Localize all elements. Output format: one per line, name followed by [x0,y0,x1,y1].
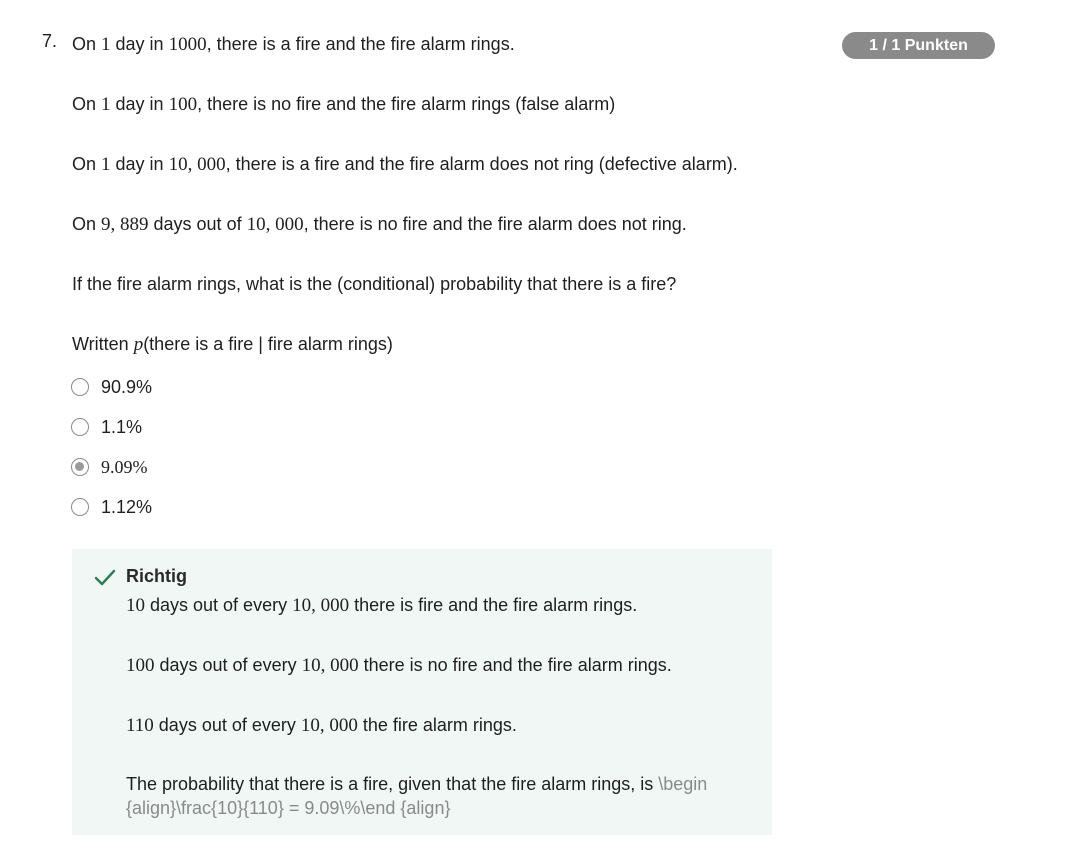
question-paragraph-3: On 1 day in 10, 000, there is a fire and… [72,154,738,175]
answer-option-label: 1.1% [101,416,143,437]
radio-button-selected[interactable] [71,458,89,476]
math-value: 1 [101,154,111,175]
question-number: 7. [42,31,58,51]
score-badge: 1 / 1 Punkten [842,32,995,59]
answer-option-label: 9.09% [101,456,148,477]
math-symbol: p [133,334,144,355]
math-value: 100 [168,94,198,115]
answer-option-label: 1.12% [101,496,153,517]
feedback-status: Richtig [126,566,187,586]
answer-option-label: 90.9% [101,376,153,397]
checkmark-icon [94,569,116,586]
math-value: 110 [126,715,154,736]
question-prompt: If the fire alarm rings, what is the (co… [72,274,677,294]
question-paragraph-1: On 1 day in 1000, there is a fire and th… [72,34,515,55]
math-value: 1000 [168,34,207,55]
answer-option-1[interactable]: 90.9% [71,376,152,398]
math-value: 10, 000 [246,214,304,235]
math-value: 10, 000 [292,595,350,616]
radio-button[interactable] [71,418,89,436]
math-value: 10, 000 [168,154,226,175]
feedback-line-1: 10 days out of every 10, 000 there is fi… [126,595,638,616]
answer-option-4[interactable]: 1.12% [71,496,152,518]
math-value: 10, 000 [301,655,359,676]
math-value: 10, 000 [300,715,358,736]
question-notation: Written p(there is a fire | fire alarm r… [72,334,393,355]
answer-option-3[interactable]: 9.09% [71,456,148,478]
feedback-line-3: 110 days out of every 10, 000 the fire a… [126,715,517,736]
radio-button[interactable] [71,378,89,396]
math-value: 1 [101,34,111,55]
answer-option-2[interactable]: 1.1% [71,416,142,438]
math-value: 100 [126,655,155,676]
radio-button[interactable] [71,498,89,516]
math-value: 10 [126,595,145,616]
feedback-line-2: 100 days out of every 10, 000 there is n… [126,655,672,676]
question-paragraph-2: On 1 day in 100, there is no fire and th… [72,94,616,115]
feedback-conclusion: The probability that there is a fire, gi… [126,774,708,818]
math-value: 9, 889 [101,214,149,235]
math-value: 1 [101,94,111,115]
question-paragraph-4: On 9, 889 days out of 10, 000, there is … [72,214,687,235]
